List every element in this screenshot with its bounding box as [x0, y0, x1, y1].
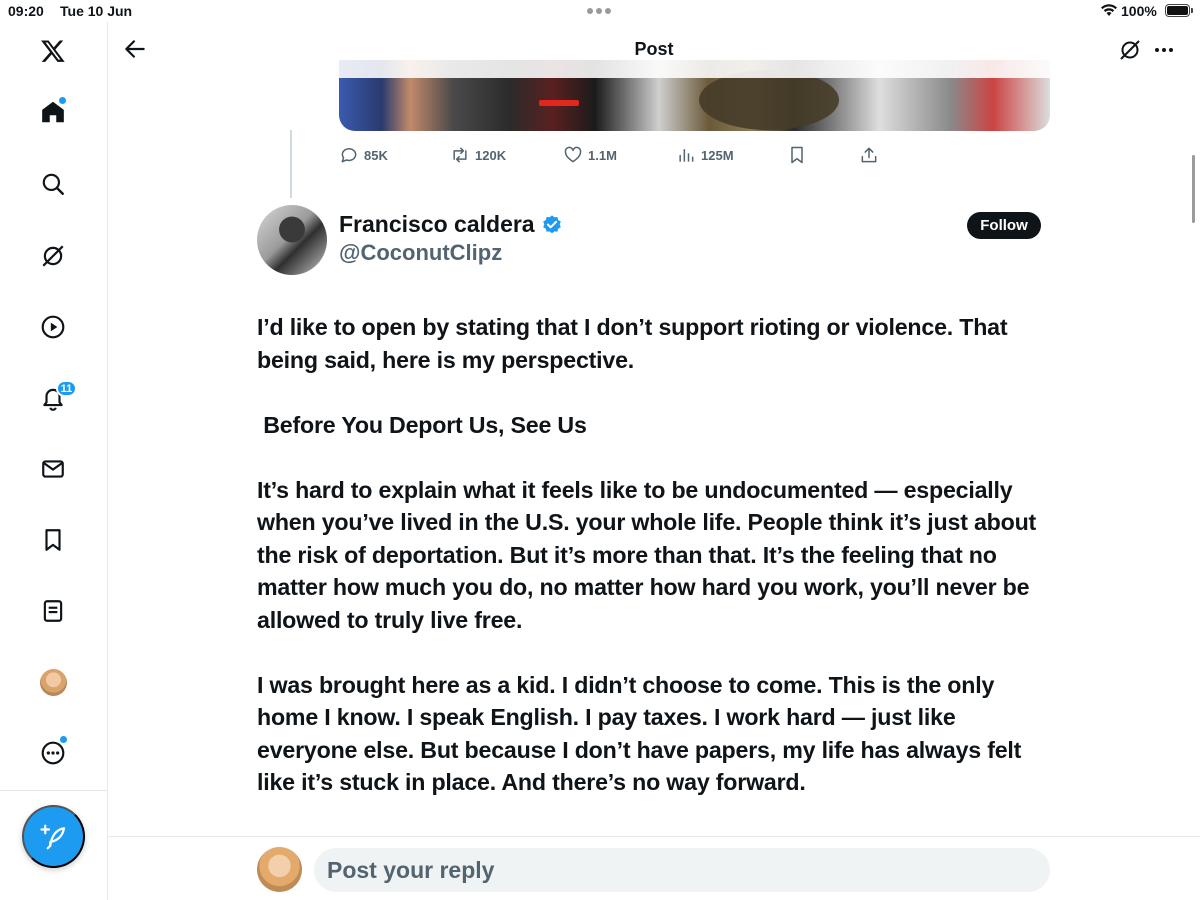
post-paragraph: It’s hard to explain what it feels like …: [257, 476, 1043, 633]
more-new-dot: [60, 736, 67, 743]
author-handle[interactable]: @CoconutClipz: [339, 240, 502, 266]
notifications-badge: 11: [56, 380, 77, 397]
status-date: Tue 10 Jun: [60, 3, 133, 19]
bookmark-action[interactable]: [787, 143, 807, 167]
share-action[interactable]: [859, 143, 879, 167]
like-action[interactable]: 1.1M: [563, 143, 617, 167]
like-count: 1.1M: [588, 147, 617, 163]
battery-percent: 100%: [1121, 3, 1157, 19]
share-icon: [861, 147, 877, 163]
sidebar: 11: [0, 22, 108, 900]
repost-icon: [453, 147, 467, 163]
post-paragraph: I was brought here as a kid. I didn’t ch…: [257, 671, 1028, 796]
reply-input[interactable]: Post your reply: [314, 848, 1050, 892]
sidebar-divider: [0, 790, 108, 791]
views-action[interactable]: 125M: [676, 143, 734, 167]
reply-count: 85K: [364, 147, 388, 163]
bookmark-icon: [791, 146, 803, 164]
bookmarks-icon[interactable]: [38, 525, 68, 555]
reply-bar: Post your reply: [108, 836, 1200, 900]
wifi-icon: [1101, 4, 1117, 16]
profile-avatar[interactable]: [40, 669, 67, 696]
thread-line: [290, 130, 292, 198]
x-logo-icon[interactable]: [38, 36, 68, 66]
more-options-icon[interactable]: [1152, 38, 1176, 62]
compose-post-button[interactable]: [22, 805, 85, 868]
post-actions: 85K 120K 1.1M 125M: [339, 143, 899, 167]
repost-count: 120K: [475, 147, 507, 163]
repost-action[interactable]: 120K: [450, 143, 506, 167]
reply-avatar[interactable]: [257, 847, 302, 892]
messages-icon[interactable]: [38, 454, 68, 484]
search-icon[interactable]: [38, 169, 68, 199]
views-count: 125M: [701, 147, 734, 163]
page-title: Post: [634, 39, 674, 59]
author-name[interactable]: Francisco caldera: [339, 211, 563, 238]
post-paragraph: Before You Deport Us, See Us: [257, 411, 587, 438]
author-name-text: Francisco caldera: [339, 211, 535, 237]
home-new-dot: [59, 97, 66, 104]
heart-icon: [564, 146, 582, 163]
battery-icon: [1165, 4, 1193, 17]
quill-icon: [39, 824, 65, 849]
post-text: I’d like to open by stating that I don’t…: [257, 311, 1057, 831]
grok-icon[interactable]: [1118, 38, 1142, 62]
verified-badge-icon: [542, 214, 561, 233]
scrollbar[interactable]: [1192, 155, 1195, 223]
video-icon[interactable]: [38, 312, 68, 342]
views-icon: [679, 149, 694, 162]
lists-icon[interactable]: [38, 596, 68, 626]
status-bar: 09:20 Tue 10 Jun 100%: [0, 0, 1200, 22]
reply-icon: [341, 148, 357, 163]
follow-button[interactable]: Follow: [967, 212, 1041, 239]
multitasking-dots-icon[interactable]: [587, 8, 611, 14]
reply-action[interactable]: 85K: [339, 143, 388, 167]
status-time: 09:20: [8, 3, 44, 19]
post-header: Post: [108, 22, 1200, 78]
grok-icon[interactable]: [38, 241, 68, 271]
author-avatar[interactable]: [257, 205, 327, 275]
post-paragraph: I’d like to open by stating that I don’t…: [257, 314, 1014, 373]
